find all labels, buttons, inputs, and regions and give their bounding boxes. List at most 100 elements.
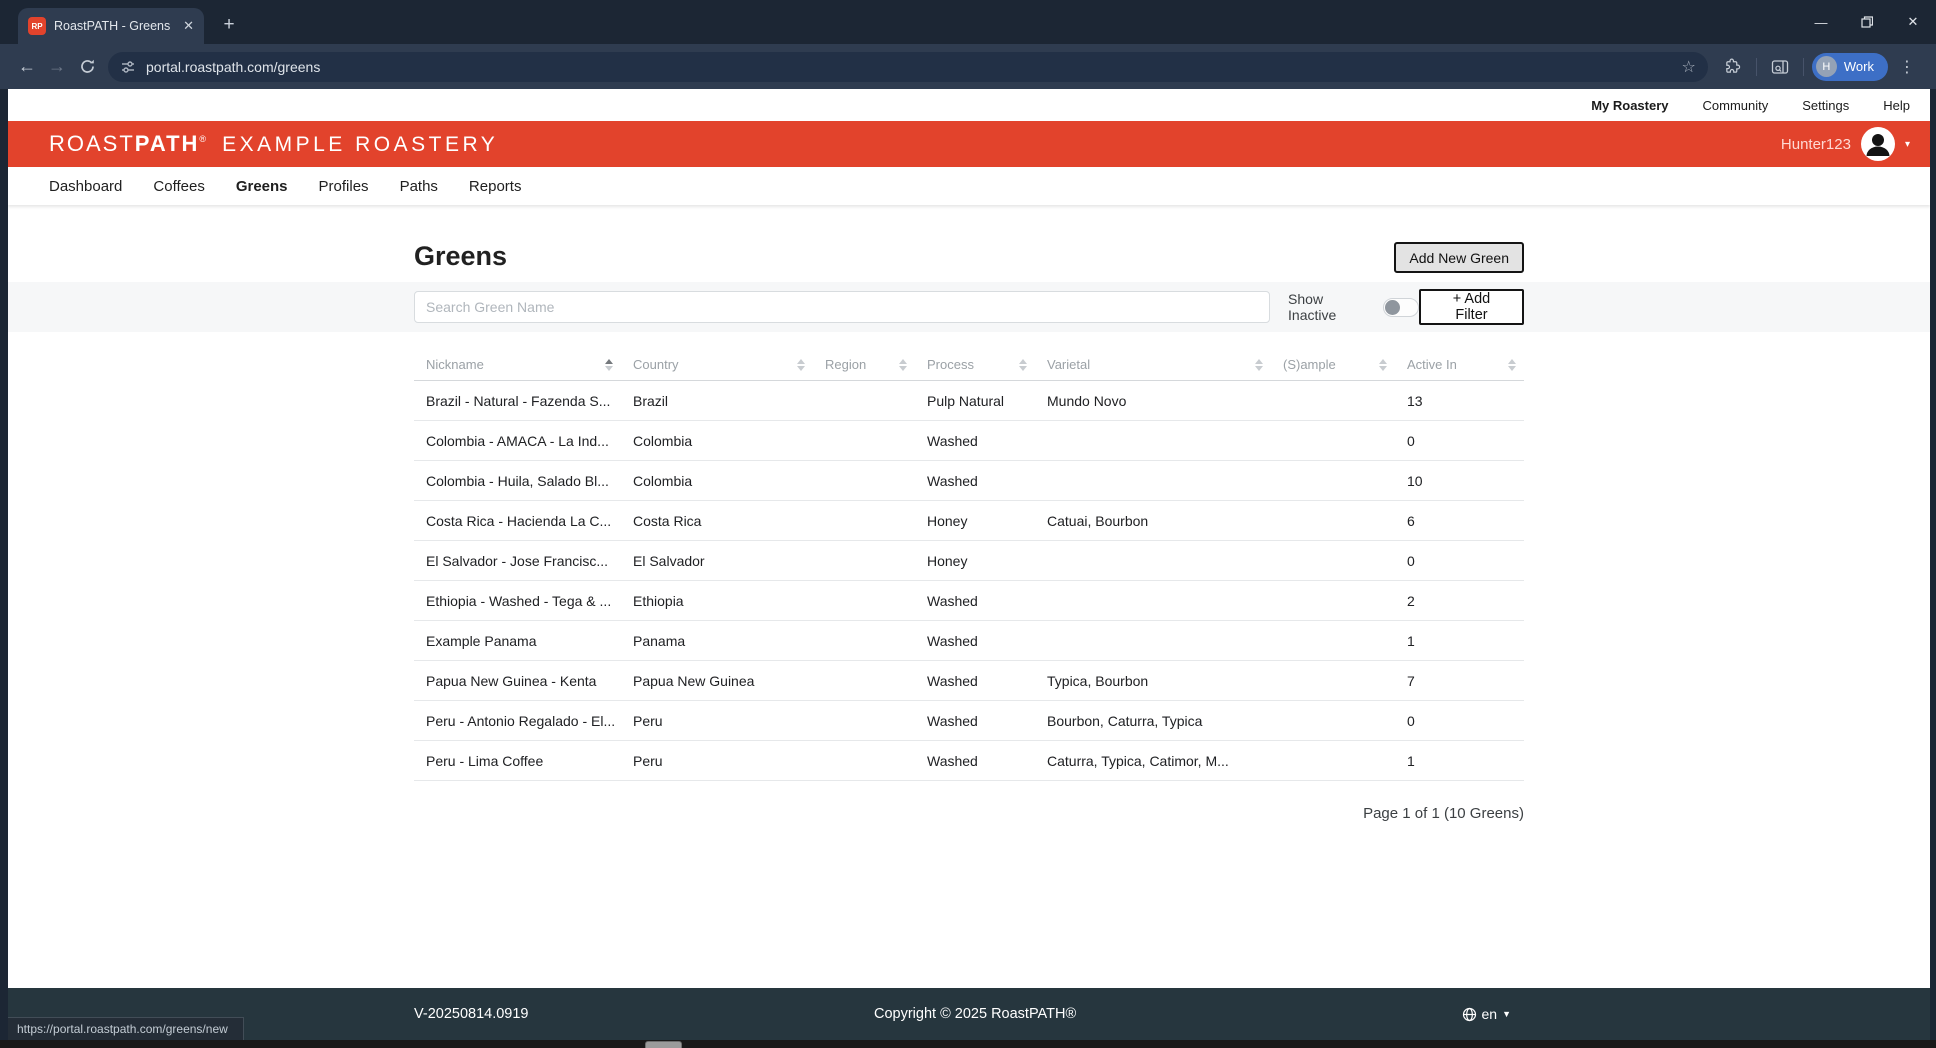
nav-tab-dashboard[interactable]: Dashboard (49, 178, 122, 195)
address-bar[interactable]: portal.roastpath.com/greens ☆ (108, 51, 1708, 82)
utility-link-community[interactable]: Community (1703, 98, 1769, 113)
cell-region (813, 501, 915, 540)
search-input[interactable] (414, 291, 1271, 323)
column-header-varietal[interactable]: Varietal (1035, 349, 1271, 380)
table-row[interactable]: Colombia - Huila, Salado Bl... Colombia Wa… (414, 461, 1524, 501)
nav-tab-reports[interactable]: Reports (469, 178, 522, 195)
cell-varietal: Typica, Bourbon (1047, 672, 1149, 689)
reload-button[interactable] (72, 52, 102, 82)
greens-table: Nickname Country Region Process Varietal (S)a… (414, 349, 1524, 822)
add-filter-button[interactable]: + Add Filter (1418, 289, 1524, 325)
column-header-country[interactable]: Country (621, 349, 813, 380)
table-row[interactable]: Papua New Guinea - Kenta Papua New Guinea… (414, 661, 1524, 701)
browser-titlebar: RP RoastPATH - Greens ✕ + — ✕ (0, 0, 1936, 44)
nav-tab-greens[interactable]: Greens (236, 178, 288, 195)
browser-tab[interactable]: RP RoastPATH - Greens ✕ (18, 8, 204, 44)
column-header-s-ample[interactable]: (S)ample (1271, 349, 1395, 380)
column-header-nickname[interactable]: Nickname (414, 349, 621, 380)
extensions-button[interactable] (1718, 52, 1748, 82)
cell-active-in: 1 (1407, 632, 1415, 649)
add-new-green-button[interactable]: Add New Green (1394, 242, 1524, 273)
cell-process: Washed (927, 632, 978, 649)
table-row[interactable]: Costa Rica - Hacienda La C... Costa Rica H… (414, 501, 1524, 541)
app-footer: V-20250814.0919 Copyright © 2025 RoastPA… (8, 988, 1930, 1040)
cell-varietal: Caturra, Typica, Catimor, M... (1047, 752, 1229, 769)
cell-active-in: 0 (1407, 552, 1415, 569)
forward-button[interactable]: → (42, 52, 72, 82)
status-bar-url: https://portal.roastpath.com/greens/new (8, 1017, 244, 1040)
cell-sample (1271, 741, 1395, 780)
back-button[interactable]: ← (12, 52, 42, 82)
roastpath-logo[interactable]: ROAST PATH ® EXAMPLE ROASTERY (49, 131, 498, 157)
language-caret-icon: ▼ (1502, 1009, 1511, 1019)
sort-arrows-icon[interactable] (1379, 358, 1387, 371)
column-header-process[interactable]: Process (915, 349, 1035, 380)
site-settings-icon[interactable] (120, 59, 136, 75)
cell-region (813, 741, 915, 780)
cell-active-in: 0 (1407, 712, 1415, 729)
cell-nickname: Brazil - Natural - Fazenda S... (426, 392, 611, 409)
cell-varietal: Catuai, Bourbon (1047, 512, 1149, 529)
cell-country: Panama (633, 632, 686, 649)
utility-link-help[interactable]: Help (1883, 98, 1910, 113)
column-header-region[interactable]: Region (813, 349, 915, 380)
bookmark-star-icon[interactable]: ☆ (1682, 57, 1696, 77)
profile-chip[interactable]: H Work (1811, 52, 1888, 81)
globe-icon (1462, 1007, 1476, 1021)
sort-arrows-icon[interactable] (899, 358, 907, 371)
cell-sample (1271, 381, 1395, 420)
utility-link-my-roastery[interactable]: My Roastery (1591, 98, 1668, 113)
cell-varietal (1035, 581, 1271, 620)
table-row[interactable]: Peru - Lima Coffee Peru Washed Caturra, Typ… (414, 741, 1524, 781)
window-close-button[interactable]: ✕ (1890, 0, 1936, 44)
user-menu-caret-icon[interactable]: ▾ (1905, 139, 1910, 150)
table-row[interactable]: Colombia - AMACA - La Ind... Colombia Wash… (414, 421, 1524, 461)
cell-nickname: Costa Rica - Hacienda La C... (426, 512, 612, 529)
chrome-menu-button[interactable]: ⋮ (1896, 57, 1918, 77)
cell-nickname: Colombia - Huila, Salado Bl... (426, 472, 609, 489)
nav-tab-profiles[interactable]: Profiles (319, 178, 369, 195)
table-row[interactable]: Brazil - Natural - Fazenda S... Brazil Pul… (414, 381, 1524, 421)
window-restore-button[interactable] (1844, 0, 1890, 44)
cell-region (813, 701, 915, 740)
table-row[interactable]: El Salvador - Jose Francisc... El Salvado… (414, 541, 1524, 581)
cell-sample (1271, 461, 1395, 500)
sort-arrows-icon[interactable] (1255, 358, 1263, 371)
cell-active-in: 7 (1407, 672, 1415, 689)
tab-close-icon[interactable]: ✕ (183, 18, 194, 34)
show-inactive-toggle[interactable] (1383, 297, 1419, 317)
reload-icon (80, 59, 94, 73)
sort-arrows-icon[interactable] (797, 358, 805, 371)
table-row[interactable]: Peru - Antonio Regalado - El... Peru Washe… (414, 701, 1524, 741)
cell-process: Washed (927, 752, 978, 769)
sort-arrows-icon[interactable] (1508, 358, 1516, 371)
sort-arrows-icon[interactable] (1019, 358, 1027, 371)
table-row[interactable]: Ethiopia - Washed - Tega & ... Ethiopia Wa… (414, 581, 1524, 621)
taskbar-peek (645, 1041, 682, 1048)
cell-active-in: 1 (1407, 752, 1415, 769)
language-selector[interactable]: en ▼ (1462, 1006, 1511, 1022)
user-avatar[interactable] (1860, 127, 1895, 161)
cell-country: Peru (633, 752, 663, 769)
utility-link-settings[interactable]: Settings (1802, 98, 1849, 113)
nav-tab-coffees[interactable]: Coffees (153, 178, 204, 195)
new-tab-button[interactable]: + (216, 12, 242, 38)
cell-process: Washed (927, 432, 978, 449)
window-minimize-button[interactable]: — (1798, 0, 1844, 44)
sort-arrows-icon[interactable] (605, 358, 613, 371)
cell-active-in: 10 (1407, 472, 1423, 489)
side-panel-button[interactable] (1765, 52, 1795, 82)
column-header-active-in[interactable]: Active In (1395, 349, 1524, 380)
table-row[interactable]: Example Panama Panama Washed 1 (414, 621, 1524, 661)
column-label: Region (825, 357, 867, 372)
side-panel-search-icon (1771, 59, 1789, 74)
cell-process: Washed (927, 712, 978, 729)
cell-varietal (1035, 541, 1271, 580)
column-label: Nickname (426, 357, 484, 372)
cell-process: Honey (927, 512, 968, 529)
url-text[interactable]: portal.roastpath.com/greens (146, 59, 1672, 75)
cell-country: Colombia (633, 432, 693, 449)
cell-process: Honey (927, 552, 968, 569)
nav-tab-paths[interactable]: Paths (400, 178, 438, 195)
cell-region (813, 541, 915, 580)
